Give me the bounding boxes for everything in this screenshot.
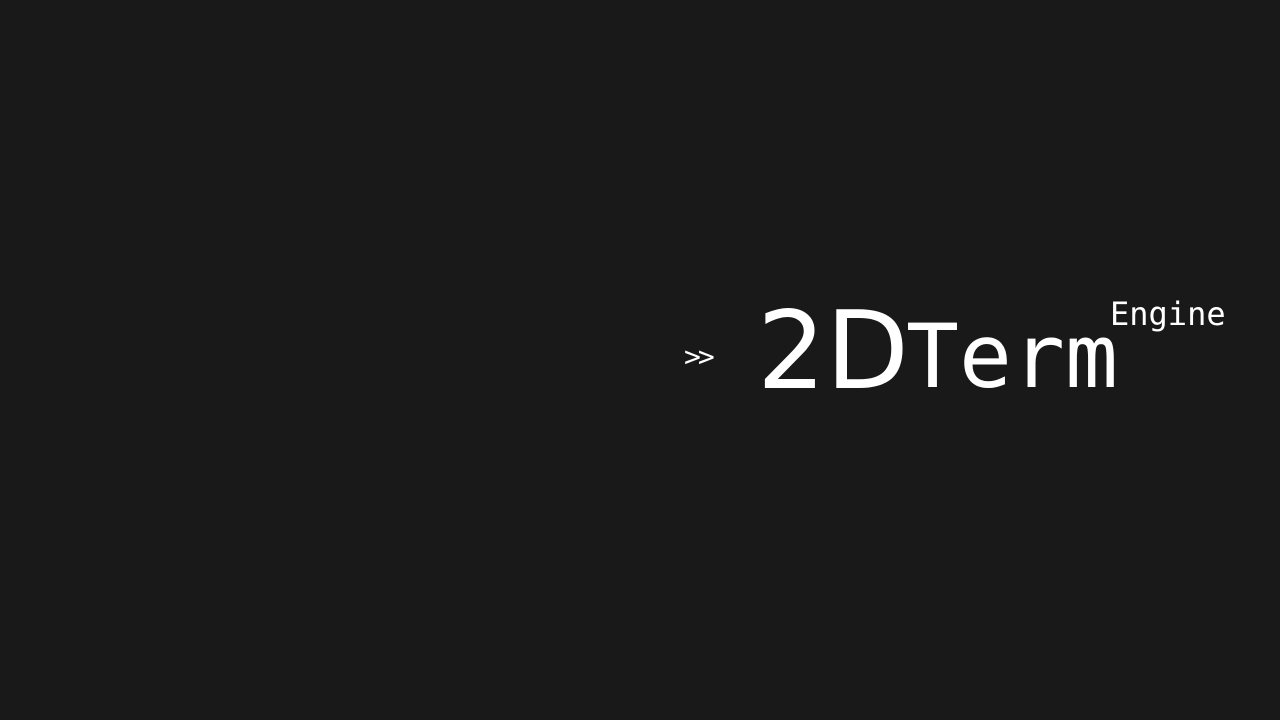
- logo-engine-text: Engine: [1110, 295, 1226, 333]
- logo-2d-text: 2D: [757, 289, 909, 414]
- splash-screen: >> 2D Term Engine: [0, 0, 1280, 720]
- logo-term-text: Term: [906, 305, 1118, 408]
- prompt-chevrons: >>: [684, 340, 715, 373]
